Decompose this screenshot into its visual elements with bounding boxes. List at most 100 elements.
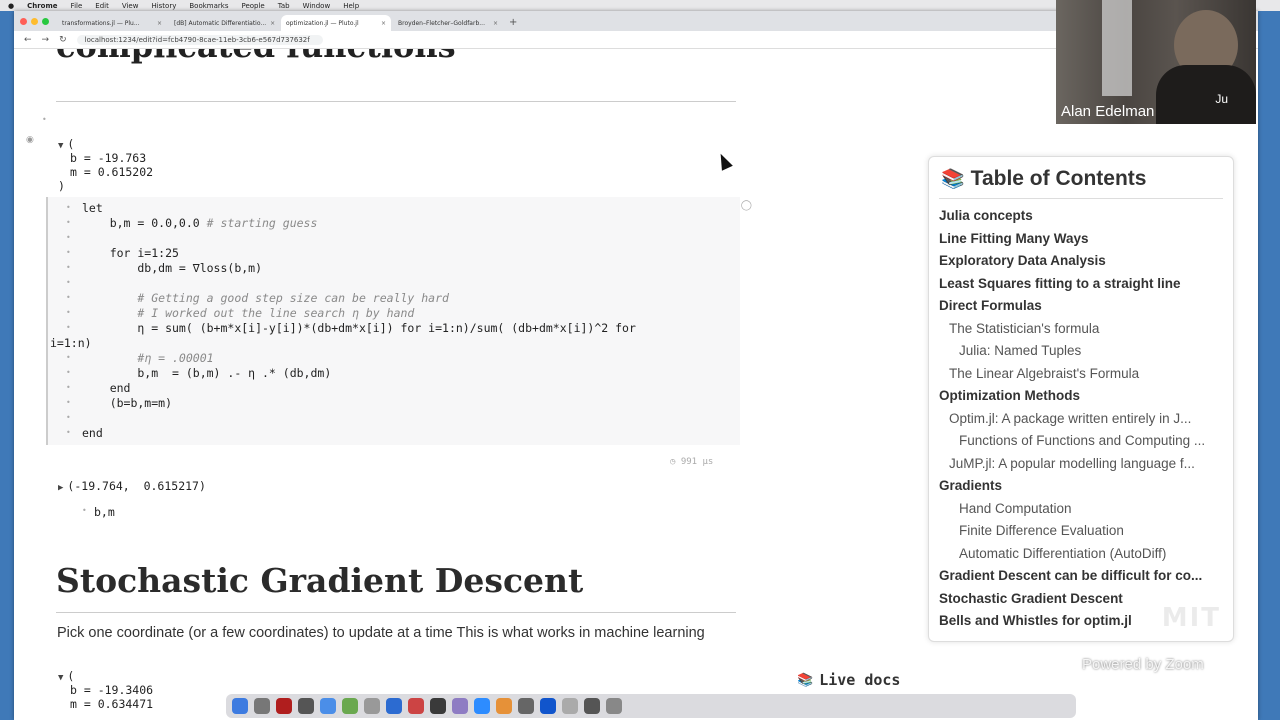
menu-help[interactable]: Help xyxy=(343,2,359,10)
previous-section-heading: complicated functions xyxy=(56,49,456,65)
app-icon[interactable] xyxy=(584,698,600,714)
vscode-icon[interactable] xyxy=(386,698,402,714)
toc-item-functions-of-functions[interactable]: Functions of Functions and Computing ... xyxy=(959,433,1205,448)
menu-file[interactable]: File xyxy=(71,2,83,10)
output-open[interactable]: ▼( xyxy=(58,137,153,151)
code-line: # Getting a good step size can be really… xyxy=(137,291,449,305)
close-tab-icon[interactable]: × xyxy=(381,20,386,27)
close-tab-icon[interactable]: × xyxy=(157,20,162,27)
back-icon[interactable]: ← xyxy=(24,35,32,45)
menu-history[interactable]: History xyxy=(151,2,176,10)
minimize-window-button[interactable] xyxy=(31,18,38,25)
line-dot-icon: • xyxy=(66,218,71,227)
books-icon: 📚 xyxy=(797,672,814,688)
code-line: (b=b,m=m) xyxy=(82,396,173,410)
live-docs-button[interactable]: 📚 Live docs xyxy=(797,671,900,689)
zoom-icon[interactable] xyxy=(474,698,490,714)
chrome-icon[interactable] xyxy=(320,698,336,714)
close-tab-icon[interactable]: × xyxy=(270,20,275,27)
tab-optimization[interactable]: optimization.jl — Pluto.jl × xyxy=(281,15,391,31)
word-icon[interactable] xyxy=(540,698,556,714)
toc-item-line-fitting[interactable]: Line Fitting Many Ways xyxy=(939,231,1089,246)
menu-bookmarks[interactable]: Bookmarks xyxy=(189,2,228,10)
toc-item-least-squares[interactable]: Least Squares fitting to a straight line xyxy=(939,276,1181,291)
address-bar[interactable]: localhost:1234/edit?id=fcb4790-8cae-11eb… xyxy=(76,34,323,45)
menu-app-name[interactable]: Chrome xyxy=(27,2,57,10)
expand-triangle-icon[interactable]: ▶ xyxy=(58,483,63,493)
app-icon[interactable] xyxy=(562,698,578,714)
app-icon[interactable] xyxy=(364,698,380,714)
toc-item-jump-jl[interactable]: JuMP.jl: A popular modelling language f.… xyxy=(949,456,1195,471)
menu-people[interactable]: People xyxy=(241,2,264,10)
line-dot-icon: • xyxy=(66,383,71,392)
menu-window[interactable]: Window xyxy=(303,2,331,10)
toc-item-named-tuples[interactable]: Julia: Named Tuples xyxy=(959,343,1081,358)
code-line: η = sum( (b+m*x[i]-y[i])*(db+dm*x[i]) fo… xyxy=(82,321,636,335)
close-tab-icon[interactable]: × xyxy=(493,20,498,27)
new-tab-button[interactable]: + xyxy=(509,17,517,28)
close-window-button[interactable] xyxy=(20,18,27,25)
toc-item-julia-concepts[interactable]: Julia concepts xyxy=(939,208,1033,223)
output-b-value: b = -19.763 xyxy=(70,151,147,165)
toc-item-finite-difference[interactable]: Finite Difference Evaluation xyxy=(959,523,1124,538)
trash-icon[interactable] xyxy=(606,698,622,714)
code-cell[interactable]: • let • b,m = 0.0,0.0 # starting guess •… xyxy=(46,197,752,445)
menu-view[interactable]: View xyxy=(122,2,139,10)
eye-icon[interactable]: ◉ xyxy=(26,135,34,145)
toc-item-hand-computation[interactable]: Hand Computation xyxy=(959,501,1072,516)
collapse-triangle-icon[interactable]: ▼ xyxy=(58,141,63,151)
live-docs-label: Live docs xyxy=(819,671,901,689)
output-b-value: b = -19.3406 xyxy=(70,683,154,697)
divider xyxy=(56,101,736,102)
toc-item-exploratory-data-analysis[interactable]: Exploratory Data Analysis xyxy=(939,253,1106,268)
code-line: b,m = 0.0,0.0 # starting guess xyxy=(82,216,318,230)
toc-title-text: Table of Contents xyxy=(970,167,1147,190)
menu-tab[interactable]: Tab xyxy=(278,2,290,10)
toc-item-gradient-descent[interactable]: Gradient Descent can be difficult for co… xyxy=(939,568,1202,583)
tab-transformations[interactable]: transformations.jl — Plu... × xyxy=(57,15,167,31)
code-cell-small[interactable]: b,m xyxy=(94,505,115,519)
toc-item-direct-formulas[interactable]: Direct Formulas xyxy=(939,298,1042,313)
toc-item-optimization-methods[interactable]: Optimization Methods xyxy=(939,388,1080,403)
acrobat-icon[interactable] xyxy=(276,698,292,714)
books-icon: 📚 xyxy=(941,169,965,190)
notebook-content[interactable]: complicated functions • ▼( b = -19.763 m… xyxy=(14,49,1258,720)
menu-edit[interactable]: Edit xyxy=(95,2,109,10)
tab-automatic-differentiation[interactable]: [dB] Automatic Differentiatio... × xyxy=(169,15,279,31)
launchpad-icon[interactable] xyxy=(254,698,270,714)
toc-item-gradients[interactable]: Gradients xyxy=(939,478,1002,493)
github-icon[interactable] xyxy=(430,698,446,714)
app-icon[interactable] xyxy=(342,698,358,714)
code-line: #η = .00001 xyxy=(137,351,214,365)
app-icon[interactable] xyxy=(496,698,512,714)
toc-item-linear-algebraist-formula[interactable]: The Linear Algebraist's Formula xyxy=(949,366,1139,381)
line-dot-icon: • xyxy=(66,368,71,377)
app-icon[interactable] xyxy=(452,698,468,714)
line-dot-icon: • xyxy=(66,353,71,362)
toc-item-bells-and-whistles[interactable]: Bells and Whistles for optim.jl xyxy=(939,613,1132,628)
zoom-video-tile[interactable]: Alan Edelman Ju xyxy=(1056,0,1256,124)
output-close: ) xyxy=(58,179,65,193)
section-paragraph: Pick one coordinate (or a few coordinate… xyxy=(57,625,705,641)
toc-item-optim-jl[interactable]: Optim.jl: A package written entirely in … xyxy=(949,411,1191,426)
line-dot-icon: • xyxy=(66,428,71,437)
toc-item-stochastic-gradient-descent[interactable]: Stochastic Gradient Descent xyxy=(939,591,1123,606)
code-line: let xyxy=(82,201,103,215)
forward-icon[interactable]: → xyxy=(42,35,50,45)
reload-icon[interactable]: ↻ xyxy=(59,35,67,45)
toc-item-autodiff[interactable]: Automatic Differentiation (AutoDiff) xyxy=(959,546,1166,561)
finder-icon[interactable] xyxy=(232,698,248,714)
toc-item-statistician-formula[interactable]: The Statistician's formula xyxy=(949,321,1099,336)
maximize-window-button[interactable] xyxy=(42,18,49,25)
app-icon[interactable] xyxy=(408,698,424,714)
collapse-triangle-icon[interactable]: ▼ xyxy=(58,673,63,683)
output-open[interactable]: ▼( xyxy=(58,669,153,683)
app-icon[interactable] xyxy=(518,698,534,714)
cell-output-tuple[interactable]: ▶ (-19.764, 0.615217) xyxy=(58,479,206,493)
terminal-icon[interactable] xyxy=(298,698,314,714)
run-cell-icon[interactable]: ◯ xyxy=(741,200,752,211)
zoom-watermark: Powered by Zoom xyxy=(1082,656,1204,673)
apple-icon[interactable]: ● xyxy=(8,2,14,10)
output-tuple-value: (-19.764, 0.615217) xyxy=(67,479,206,493)
tab-broyden[interactable]: Broyden–Fletcher–Goldfarb... × xyxy=(393,15,503,31)
